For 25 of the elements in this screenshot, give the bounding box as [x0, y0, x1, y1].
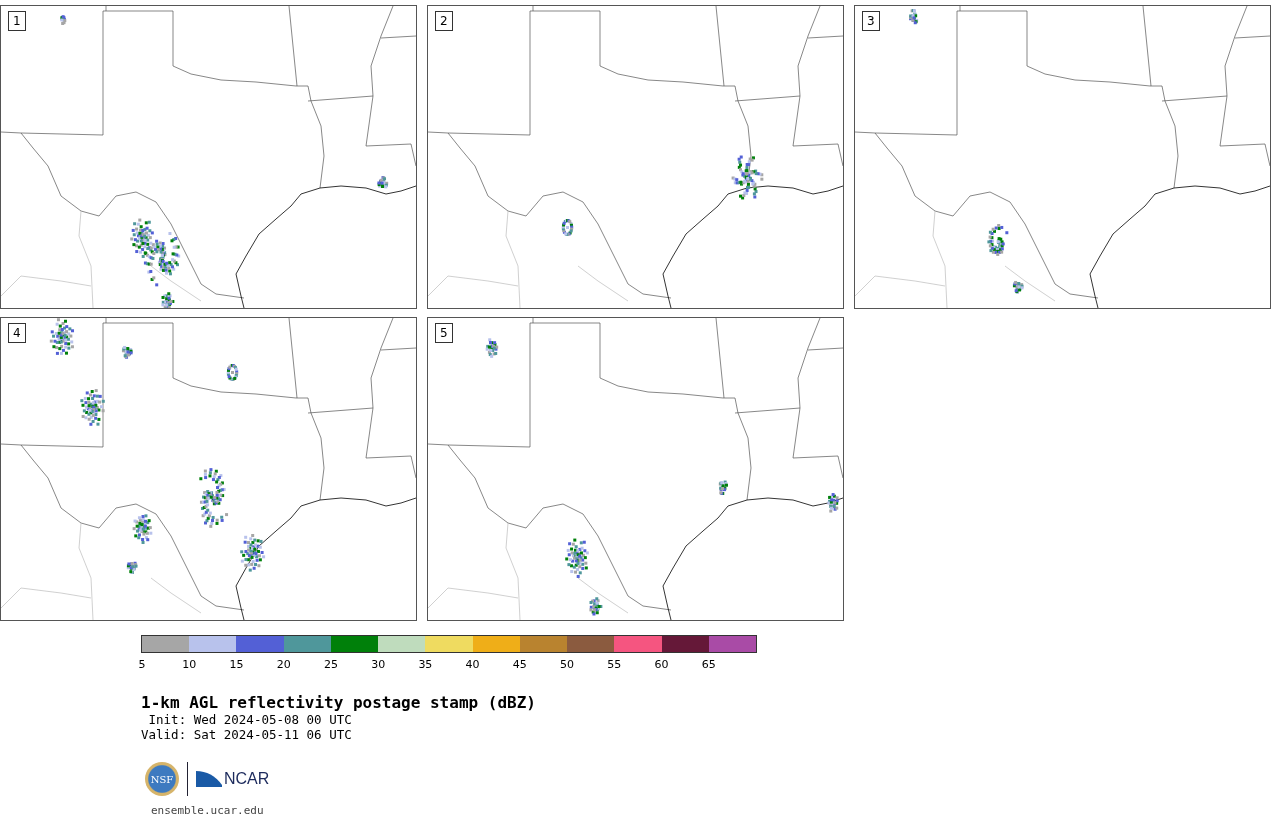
tick-label: 20 — [276, 658, 291, 671]
panel-number: 2 — [435, 11, 453, 31]
tick-label: 35 — [418, 658, 433, 671]
seal-logo: NSF — [145, 762, 179, 796]
tick-label: 25 — [323, 658, 338, 671]
panel-number: 1 — [8, 11, 26, 31]
init-time: Init: Wed 2024-05-08 00 UTC — [147, 712, 353, 727]
panel-number: 4 — [8, 323, 26, 343]
tick-label: 30 — [371, 658, 386, 671]
tick-label: 55 — [607, 658, 622, 671]
panel-number: 3 — [862, 11, 880, 31]
panel-number: 5 — [435, 323, 453, 343]
valid-time: Valid: Sat 2024-05-11 06 UTC — [141, 727, 353, 742]
tick-label: 5 — [138, 658, 146, 671]
tick-label: 45 — [512, 658, 527, 671]
tick-label: 50 — [560, 658, 575, 671]
site-url: ensemble.ucar.edu — [151, 804, 265, 815]
logo-text: NCAR — [224, 770, 270, 788]
tick-label: 40 — [465, 658, 480, 671]
tick-label: 65 — [701, 658, 716, 671]
tick-label: 60 — [654, 658, 669, 671]
tick-label: 15 — [229, 658, 244, 671]
arc-logo-icon — [196, 769, 222, 789]
tick-label: 10 — [182, 658, 197, 671]
chart-title: 1-km AGL reflectivity postage stamp (dBZ) — [141, 693, 537, 712]
